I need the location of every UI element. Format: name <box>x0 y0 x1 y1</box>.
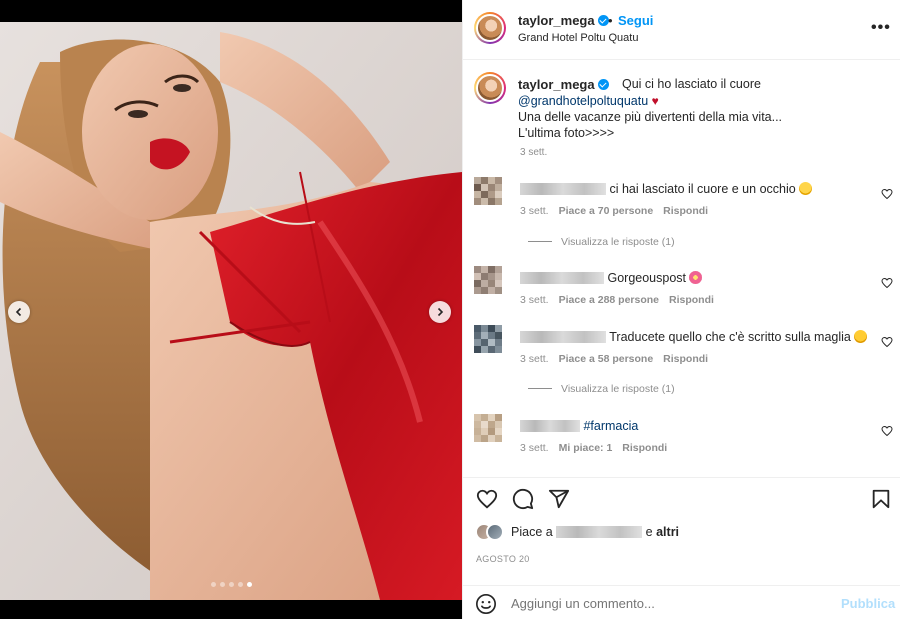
carousel-dot <box>228 582 234 587</box>
header-username[interactable]: taylor_mega <box>518 13 609 28</box>
comment-avatar-blurred[interactable] <box>474 414 502 442</box>
heart-eyes-emoji <box>853 330 867 343</box>
hashtag-link[interactable]: #farmacia <box>583 419 638 433</box>
publish-button[interactable]: Pubblica <box>841 596 895 611</box>
follow-button[interactable]: Segui <box>618 13 653 28</box>
caption-timestamp[interactable]: 3 sett. <box>520 147 547 158</box>
carousel-dot <box>219 582 225 587</box>
comment-icon[interactable] <box>512 488 534 510</box>
liked-by-text: Piace a e altri <box>511 525 680 539</box>
caption-line-4: L'ultima foto>>>> <box>518 126 615 140</box>
comment-text-line: Traducete quello che c'è scritto sulla m… <box>520 330 867 344</box>
liked-by-row: Piace a e altri <box>475 522 679 542</box>
bookmark-icon[interactable] <box>870 488 892 510</box>
add-comment-bar: Pubblica <box>463 585 900 619</box>
caption-line-2: @grandhotelpoltuquatu ♥ <box>518 94 659 108</box>
caption-mention-link[interactable]: @grandhotelpoltuquatu <box>518 94 648 108</box>
reply-button[interactable]: Rispondi <box>663 353 708 365</box>
carousel-dot <box>210 582 216 587</box>
reply-button[interactable]: Rispondi <box>663 205 708 217</box>
likes-others-link[interactable]: altri <box>656 525 679 539</box>
verified-badge-icon <box>597 79 609 90</box>
location-link[interactable]: Grand Hotel Poltu Quatu <box>518 32 638 44</box>
caption-line-1: Qui ci ho lasciato il cuore <box>622 77 761 91</box>
comment-like-heart-icon[interactable] <box>881 188 893 200</box>
comment-text-line: ci hai lasciato il cuore e un occhio <box>520 182 812 196</box>
carousel-next-button[interactable] <box>429 301 451 323</box>
comment-like-heart-icon[interactable] <box>881 425 893 437</box>
carousel-dot <box>237 582 243 587</box>
header-separator: • <box>608 13 613 28</box>
reply-button[interactable]: Rispondi <box>669 294 714 306</box>
comment-likes-link[interactable]: Mi piace: 1 <box>559 442 613 454</box>
blurred-username[interactable] <box>556 526 643 538</box>
avatar[interactable] <box>486 523 504 541</box>
comment-likes-link[interactable]: Piace a 70 persone <box>559 205 654 217</box>
comment-like-heart-icon[interactable] <box>881 336 893 348</box>
comment-likes-link[interactable]: Piace a 288 persone <box>559 294 659 306</box>
view-replies-button[interactable]: Visualizza le risposte (1) <box>528 383 675 395</box>
comment-meta: 3 sett. Piace a 288 persone Rispondi <box>520 294 714 306</box>
carousel-dots <box>0 582 462 587</box>
emoji-picker-icon[interactable] <box>475 593 497 615</box>
blurred-username[interactable] <box>520 331 606 343</box>
comment-input[interactable] <box>511 596 811 611</box>
post-side-panel: taylor_mega • Segui Grand Hotel Poltu Qu… <box>462 0 900 619</box>
caption-username[interactable]: taylor_mega <box>518 77 609 92</box>
comment-likes-link[interactable]: Piace a 58 persone <box>559 353 654 365</box>
comment-meta: 3 sett. Mi piace: 1 Rispondi <box>520 442 668 454</box>
red-heart-emoji: ♥ <box>651 94 659 108</box>
comment-avatar-blurred[interactable] <box>474 177 502 205</box>
reply-button[interactable]: Rispondi <box>622 442 667 454</box>
carousel-prev-button[interactable] <box>8 301 30 323</box>
comment-text-line: #farmacia <box>520 419 638 433</box>
view-replies-button[interactable]: Visualizza le risposte (1) <box>528 236 675 248</box>
caption-avatar[interactable] <box>474 72 506 104</box>
comment-avatar-blurred[interactable] <box>474 266 502 294</box>
verified-badge-icon <box>597 15 609 26</box>
avatar[interactable] <box>474 12 506 44</box>
post-header: taylor_mega • Segui Grand Hotel Poltu Qu… <box>463 0 900 60</box>
blurred-username[interactable] <box>520 420 580 432</box>
more-options-icon[interactable]: ••• <box>871 20 891 36</box>
post-photo[interactable] <box>0 22 462 600</box>
comment-meta: 3 sett. Piace a 58 persone Rispondi <box>520 353 709 365</box>
chevron-right-icon <box>437 307 444 317</box>
comment-avatar-blurred[interactable] <box>474 325 502 353</box>
share-icon[interactable] <box>548 488 570 510</box>
post-media-panel <box>0 0 462 619</box>
chevron-left-icon <box>15 307 22 317</box>
grinning-emoji <box>798 182 812 195</box>
blurred-username[interactable] <box>520 272 604 284</box>
comment-text-line: Gorgeouspost <box>520 271 703 285</box>
heart-icon[interactable] <box>476 488 498 510</box>
carousel-dot <box>246 582 252 587</box>
blurred-username[interactable] <box>520 183 606 195</box>
post-photo-illustration <box>0 22 462 600</box>
comment-meta: 3 sett. Piace a 70 persone Rispondi <box>520 205 709 217</box>
flower-emoji <box>689 271 703 284</box>
caption-line-3: Una delle vacanze più divertenti della m… <box>518 110 783 124</box>
post-date[interactable]: AGOSTO 20 <box>476 554 530 564</box>
comment-like-heart-icon[interactable] <box>881 277 893 289</box>
